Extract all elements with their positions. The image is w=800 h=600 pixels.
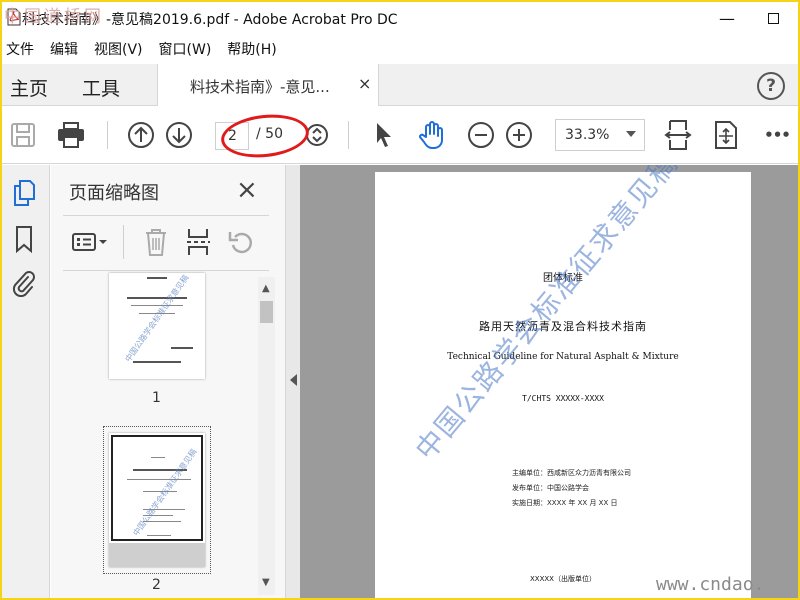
zoom-value: 33.3% [565,127,610,143]
document-tab-label: 料技术指南》-意见... [190,78,330,96]
menu-help[interactable]: 帮助(H) [227,39,276,59]
doc-title: 路用天然沥青及混合料技术指南 [479,320,647,333]
doc-date: 实施日期：XXXX 年 XX 月 XX 日 [512,499,618,507]
minus-circle-icon [468,122,494,148]
thumbnails-scrollbar[interactable]: ▲ ▼ [258,277,275,595]
list-options-icon [72,233,107,251]
document-view[interactable]: 团体标准 路用天然沥青及混合料技术指南 Technical Guideline … [300,165,798,598]
rotate-page-button[interactable] [227,225,255,259]
thumb-page-border: 中国公路学会标准征求意见稿 [111,435,203,541]
site-logo-watermark: 中国道桥网 [4,7,104,27]
zoom-out-button[interactable] [466,119,496,151]
paperclip-icon [12,271,35,297]
save-button[interactable] [8,119,38,151]
panel-divider [63,215,269,216]
page-split-icon [187,229,210,255]
menu-bar: 文件 编辑 视图(V) 窗口(W) 帮助(H) [2,37,798,61]
close-tab-button[interactable]: × [358,74,371,93]
page-thumbnail-1[interactable]: 中国公路学会标准征求意见稿 [109,273,205,379]
move-expand-icon [715,121,737,149]
panel-title: 页面缩略图 [69,183,159,204]
zoom-dropdown[interactable]: 33.3% [555,119,645,151]
maximize-button[interactable] [750,2,796,34]
thumb-text-line [127,479,191,480]
panel-divider [63,270,269,271]
doc-issuer: 发布单位：中国公路学会 [512,484,589,492]
arrow-down-circle-icon [166,122,192,148]
printer-icon [58,122,84,148]
acrobat-window: 科技术指南》-意见稿2019.6.pdf - Adobe Acrobat Pro… [2,2,798,598]
toolbar-separator [107,121,108,149]
thumb-text-line [133,361,181,363]
toolbar-separator [348,121,349,149]
chevron-down-icon [626,131,636,137]
page-thumbnails-nav-button[interactable] [10,177,38,209]
hand-icon [419,121,443,149]
pdf-page: 团体标准 路用天然沥青及混合料技术指南 Technical Guideline … [375,165,751,598]
trash-icon [146,229,166,256]
scroll-down-icon[interactable]: ▼ [262,577,270,588]
full-screen-button[interactable] [710,119,742,151]
next-page-button[interactable] [164,119,194,151]
doc-title-en: Technical Guideline for Natural Asphalt … [447,352,679,362]
thumbnail-page-number: 2 [152,577,161,593]
scroll-up-icon[interactable]: ▲ [262,283,270,294]
attachments-nav-button[interactable] [10,267,38,299]
thumb-text-line [151,457,165,458]
thumb-text-line [147,535,171,536]
fit-width-icon [664,120,692,150]
thumb-offscreen-region [109,543,205,567]
page-thumbnails-panel: 页面缩略图 × 中国公路学会标准征求意见稿 1 中国公路学会标准征求意见稿 2 … [51,165,285,598]
tab-home[interactable]: 主页 [10,74,48,101]
close-panel-button[interactable]: × [236,175,258,205]
delete-page-button[interactable] [143,225,169,259]
toolbar: 2 / 50 ••• [2,107,798,164]
document-tab[interactable]: 料技术指南》-意见... × [157,64,379,106]
thumb-watermark: 中国公路学会标准征求意见稿 [131,447,199,538]
plus-circle-icon [506,122,532,148]
more-tools-button[interactable]: ••• [760,119,794,151]
title-bar: 科技术指南》-意见稿2019.6.pdf - Adobe Acrobat Pro… [2,2,798,34]
zoom-in-button[interactable] [504,119,534,151]
doc-code: T/CHTS XXXXX-XXXX [522,394,604,403]
bookmarks-nav-button[interactable] [10,223,38,255]
site-url-watermark: www.cndao. [656,574,765,595]
panel-splitter[interactable] [285,165,300,598]
arrow-up-circle-icon [128,122,154,148]
menu-file[interactable]: 文件 [6,39,34,59]
thumb-text-line [131,305,183,306]
hand-tool-button[interactable] [416,119,448,151]
thumbnail-options-button[interactable] [71,225,109,259]
thumb-text-line [171,347,193,349]
previous-page-button[interactable] [126,119,156,151]
minimize-button[interactable]: — [704,2,750,34]
scrollbar-thumb[interactable] [260,301,273,323]
fit-page-button[interactable] [662,119,694,151]
help-button[interactable]: ? [757,72,785,100]
navigation-pane [2,165,50,598]
select-tool-button[interactable] [370,119,398,151]
print-button[interactable] [54,119,88,151]
menu-edit[interactable]: 编辑 [50,39,78,59]
rotate-icon [228,232,253,254]
save-icon [11,123,35,147]
tab-tools[interactable]: 工具 [82,74,120,101]
doc-editor: 主编单位：西咸新区众力沥青有限公司 [512,469,631,477]
pages-icon [14,180,35,206]
maximize-icon [767,12,779,24]
thumbnail-page-number: 1 [152,390,161,406]
thumb-watermark: 中国公路学会标准征求意见稿 [123,273,191,364]
panel-separator [123,225,124,259]
split-page-button[interactable] [185,225,211,259]
menu-window[interactable]: 窗口(W) [159,39,212,59]
bookmark-icon [16,226,32,253]
page-thumbnail-2[interactable]: 中国公路学会标准征求意见稿 [109,433,205,567]
thumb-text-line [147,277,167,279]
doc-watermark: 中国公路学会标准征求意见稿 [408,165,685,467]
tab-bar: 主页 工具 料技术指南》-意见... × ? [2,64,798,106]
collapse-panel-icon[interactable] [290,374,297,386]
menu-view[interactable]: 视图(V) [94,39,143,59]
cursor-arrow-icon [377,123,391,147]
